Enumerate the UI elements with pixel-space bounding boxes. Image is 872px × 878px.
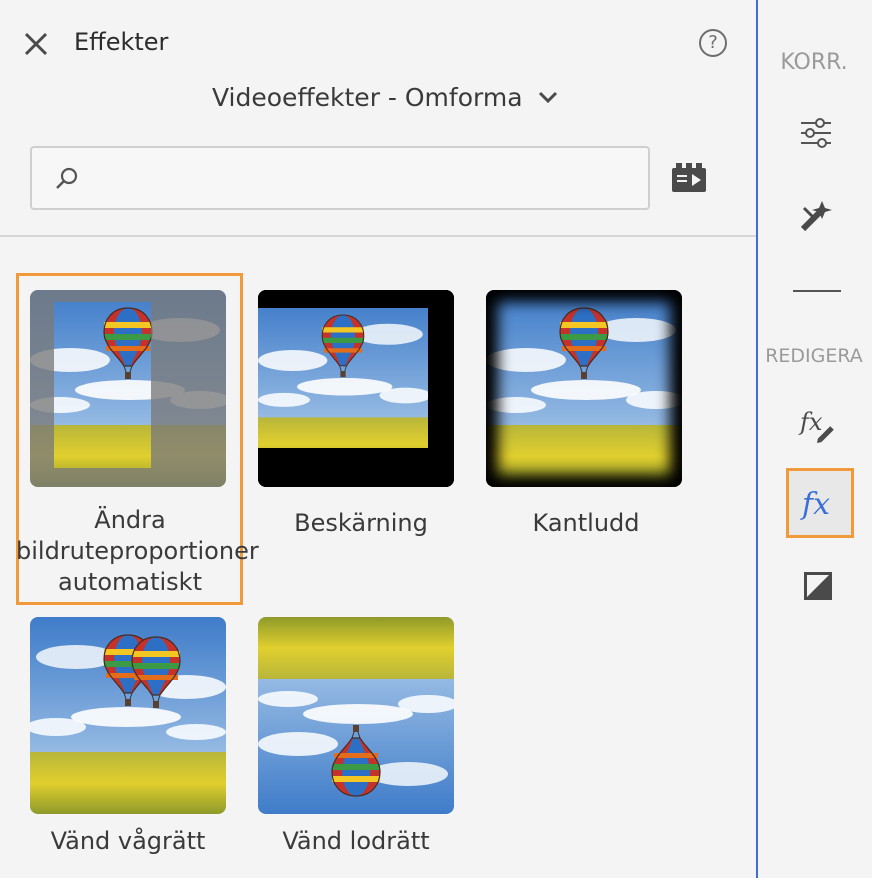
chevron-down-icon: [538, 91, 557, 104]
sliders-icon[interactable]: [798, 116, 834, 150]
divider: [0, 235, 756, 237]
effect-label: Beskärning: [294, 509, 428, 537]
fx-effects-icon[interactable]: fx: [798, 480, 842, 524]
rail-section-edit: REDIGERA: [765, 345, 863, 367]
svg-text:fx: fx: [798, 408, 823, 436]
svg-text:fx: fx: [800, 487, 830, 522]
tool-rail: KORR. REDIGERA fx fx: [756, 0, 872, 878]
effects-panel: Effekter ? Videoeffekter - Omforma Ändra…: [0, 0, 756, 878]
category-dropdown[interactable]: Videoeffekter - Omforma: [212, 80, 559, 114]
effect-label: Kantludd: [532, 509, 640, 537]
effect-thumbnail-auto-reframe[interactable]: [30, 290, 226, 487]
search-icon: [56, 167, 78, 189]
color-contrast-icon[interactable]: [804, 572, 832, 600]
effect-label: Ändra bildruteproportioner automatiskt: [16, 506, 259, 596]
media-browser-icon[interactable]: [668, 160, 708, 196]
effect-thumbnail-horizontal-flip[interactable]: [30, 617, 226, 814]
close-icon[interactable]: [22, 30, 50, 58]
category-label: Videoeffekter - Omforma: [212, 82, 523, 112]
effect-thumbnail-crop[interactable]: [258, 290, 454, 487]
fx-edit-icon[interactable]: fx: [798, 404, 838, 444]
effect-thumbnail-edge-feather[interactable]: [486, 290, 682, 487]
panel-title: Effekter: [74, 28, 169, 56]
help-icon[interactable]: ?: [699, 29, 727, 57]
effect-thumbnail-vertical-flip[interactable]: [258, 617, 454, 814]
rail-separator: [793, 290, 841, 292]
effect-label: Vänd lodrätt: [282, 827, 430, 855]
rail-section-correct: KORR.: [780, 50, 848, 75]
auto-fix-icon[interactable]: [798, 198, 834, 234]
effect-label: Vänd vågrätt: [50, 827, 206, 855]
search-box[interactable]: [30, 146, 650, 210]
search-input[interactable]: [92, 160, 636, 198]
